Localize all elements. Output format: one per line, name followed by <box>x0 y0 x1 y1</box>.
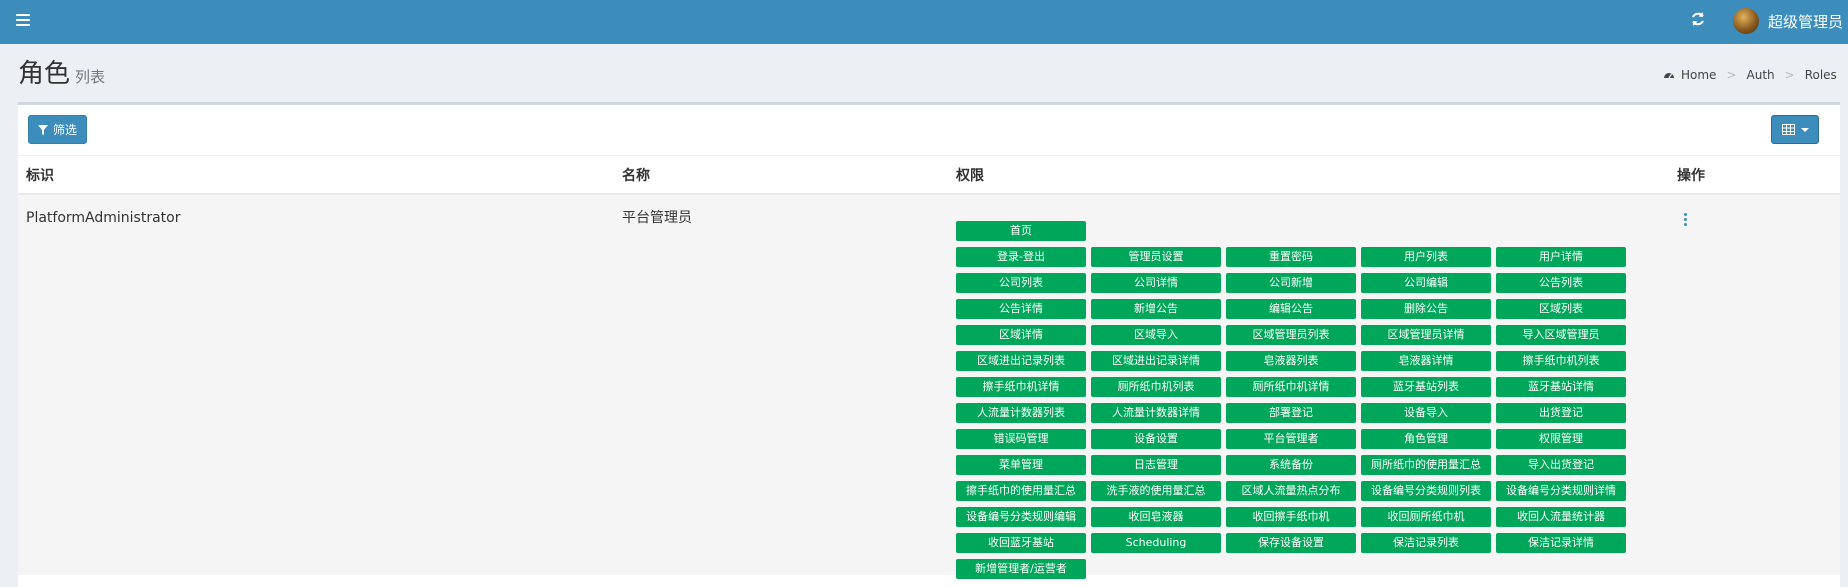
permission-badge: 区域人流量热点分布 <box>1226 481 1356 501</box>
column-header-permissions: 权限 <box>956 168 984 184</box>
permission-badge: 公司详情 <box>1091 273 1221 293</box>
row-actions-menu-icon[interactable] <box>1684 213 1690 227</box>
table-grid-icon <box>1781 124 1795 135</box>
permission-badge: 导入出货登记 <box>1496 455 1626 475</box>
permission-badge: 区域进出记录列表 <box>956 351 1086 371</box>
permission-badge: 公告详情 <box>956 299 1086 319</box>
permission-badge: 洗手液的使用量汇总 <box>1091 481 1221 501</box>
permission-badge: 区域列表 <box>1496 299 1626 319</box>
top-navbar: 超级管理员 <box>0 0 1848 44</box>
role-name: 平台管理员 <box>622 210 692 226</box>
permission-badge: Scheduling <box>1091 533 1221 553</box>
permission-badge: 用户列表 <box>1361 247 1491 267</box>
breadcrumb-home[interactable]: Home <box>1681 67 1716 83</box>
permission-badge: 皂液器详情 <box>1361 351 1491 371</box>
dashboard-icon <box>1663 69 1675 81</box>
filter-button-label: 筛选 <box>52 123 77 137</box>
permission-badge: 新增管理者/运营者 <box>956 559 1086 579</box>
permission-badge: 设备编号分类规则列表 <box>1361 481 1491 501</box>
column-toggle-button[interactable] <box>1771 115 1819 144</box>
page-title: 角色 <box>18 59 71 89</box>
chevron-down-icon <box>1800 127 1809 132</box>
permission-badge: 皂液器列表 <box>1226 351 1356 371</box>
permission-badge: 重置密码 <box>1226 247 1356 267</box>
permission-badge: 角色管理 <box>1361 429 1491 449</box>
permission-badge: 出货登记 <box>1496 403 1626 423</box>
permission-badge: 蓝牙基站列表 <box>1361 377 1491 397</box>
permission-badge: 菜单管理 <box>956 455 1086 475</box>
permission-badge: 区域详情 <box>956 325 1086 345</box>
permission-badge: 擦手纸巾机详情 <box>956 377 1086 397</box>
permission-badge: 区域管理员列表 <box>1226 325 1356 345</box>
column-header-id: 标识 <box>26 168 54 184</box>
user-avatar[interactable] <box>1733 8 1759 34</box>
permission-badge: 公告列表 <box>1496 273 1626 293</box>
permission-badge: 平台管理者 <box>1226 429 1356 449</box>
permission-badge: 公司新增 <box>1226 273 1356 293</box>
breadcrumb: Home > Auth > Roles <box>1663 67 1837 83</box>
column-header-actions: 操作 <box>1677 168 1705 184</box>
user-name[interactable]: 超级管理员 <box>1768 12 1843 32</box>
roles-box: 筛选 标识 名称 权限 操作 PlatformAdministrator 平台管… <box>18 102 1840 587</box>
permission-badge: 收回皂液器 <box>1091 507 1221 527</box>
hamburger-icon[interactable] <box>16 14 30 30</box>
permission-badge: 权限管理 <box>1496 429 1626 449</box>
permission-badge: 设备设置 <box>1091 429 1221 449</box>
permission-badge: 错误码管理 <box>956 429 1086 449</box>
permission-badge: 厕所纸巾的使用量汇总 <box>1361 455 1491 475</box>
permission-badge: 新增公告 <box>1091 299 1221 319</box>
permission-badge: 擦手纸巾机列表 <box>1496 351 1626 371</box>
permission-badge: 收回蓝牙基站 <box>956 533 1086 553</box>
filter-icon <box>37 124 48 135</box>
permission-badge: 厕所纸巾机详情 <box>1226 377 1356 397</box>
permission-badge: 日志管理 <box>1091 455 1221 475</box>
permission-badge: 删除公告 <box>1361 299 1491 319</box>
permission-badge: 导入区域管理员 <box>1496 325 1626 345</box>
permission-badge: 厕所纸巾机列表 <box>1091 377 1221 397</box>
permission-badge: 区域进出记录详情 <box>1091 351 1221 371</box>
permission-badge: 收回厕所纸巾机 <box>1361 507 1491 527</box>
permission-badge: 首页 <box>956 221 1086 241</box>
permission-badge: 设备编号分类规则详情 <box>1496 481 1626 501</box>
permission-badge: 蓝牙基站详情 <box>1496 377 1626 397</box>
permission-badge: 区域导入 <box>1091 325 1221 345</box>
permission-badge: 系统备份 <box>1226 455 1356 475</box>
column-header-name: 名称 <box>622 168 650 184</box>
filter-button[interactable]: 筛选 <box>28 115 87 144</box>
permission-badge: 人流量计数器列表 <box>956 403 1086 423</box>
page-subtitle: 列表 <box>75 68 106 86</box>
role-id: PlatformAdministrator <box>26 210 181 226</box>
permission-badge: 收回擦手纸巾机 <box>1226 507 1356 527</box>
breadcrumb-roles: Roles <box>1804 68 1837 82</box>
permission-badge: 人流量计数器详情 <box>1091 403 1221 423</box>
permission-badge: 公司编辑 <box>1361 273 1491 293</box>
permission-badge: 保洁记录列表 <box>1361 533 1491 553</box>
permission-badge: 部署登记 <box>1226 403 1356 423</box>
permission-badge: 用户详情 <box>1496 247 1626 267</box>
permission-badge: 收回人流量统计器 <box>1496 507 1626 527</box>
permission-badge: 保洁记录详情 <box>1496 533 1626 553</box>
permission-badge: 编辑公告 <box>1226 299 1356 319</box>
refresh-icon[interactable] <box>1689 11 1707 29</box>
permission-badge: 设备编号分类规则编辑 <box>956 507 1086 527</box>
permission-badge: 公司列表 <box>956 273 1086 293</box>
permission-badge: 保存设备设置 <box>1226 533 1356 553</box>
permission-badge: 管理员设置 <box>1091 247 1221 267</box>
permission-badge: 设备导入 <box>1361 403 1491 423</box>
permission-badge: 登录-登出 <box>956 247 1086 267</box>
permission-badge: 区域管理员详情 <box>1361 325 1491 345</box>
breadcrumb-auth[interactable]: Auth <box>1747 67 1775 83</box>
permission-badge: 擦手纸巾的使用量汇总 <box>956 481 1086 501</box>
table-header: 标识 名称 权限 操作 <box>18 155 1840 195</box>
